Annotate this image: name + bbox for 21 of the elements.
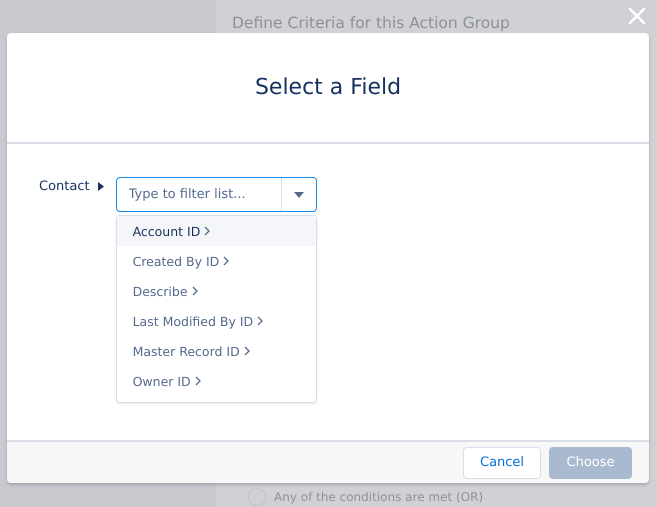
chevron-right-icon xyxy=(244,346,250,356)
background-heading: Define Criteria for this Action Group xyxy=(232,14,510,32)
chevron-right-icon xyxy=(194,376,201,386)
chevron-right-icon xyxy=(192,286,198,296)
dialog-title: Select a Field xyxy=(254,75,402,100)
list-option[interactable]: Account ID xyxy=(116,216,316,246)
chevron-right-icon xyxy=(204,226,210,236)
filter-input[interactable]: Type to filter list... xyxy=(116,178,281,211)
radio-label: Any of the conditions are met (OR) xyxy=(274,490,484,504)
cancel-button[interactable]: Cancel xyxy=(463,446,541,478)
chevron-right-icon xyxy=(223,256,230,266)
list-option[interactable]: Master Record ID xyxy=(116,336,316,366)
caret-down-icon xyxy=(294,192,304,198)
chevron-right-icon xyxy=(257,316,264,326)
list-option[interactable]: Last Modified By ID xyxy=(116,306,316,336)
list-option[interactable]: Created By ID xyxy=(116,246,316,276)
triangle-right-icon xyxy=(98,182,104,191)
breadcrumb-label: Contact xyxy=(39,179,90,194)
list-option[interactable]: Describe xyxy=(116,276,316,306)
filter-combobox[interactable]: Type to filter list... xyxy=(116,177,317,212)
list-option[interactable]: Owner ID xyxy=(116,366,316,396)
